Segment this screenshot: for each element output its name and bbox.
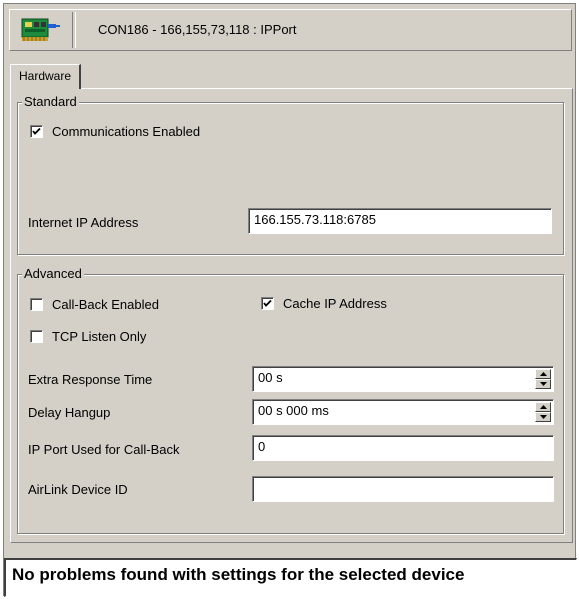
delay-hangup-value: 00 s 000 ms — [258, 403, 329, 418]
device-header: CON186 - 166,155,73,118 : IPPort — [9, 9, 572, 51]
ip-port-call-back-label: IP Port Used for Call-Back — [28, 442, 180, 457]
extra-response-time-spin-buttons[interactable] — [535, 369, 551, 389]
call-back-enabled-checkbox-row[interactable]: Call-Back Enabled — [30, 297, 159, 312]
cache-ip-address-checkbox-row[interactable]: Cache IP Address — [261, 296, 387, 311]
spin-up-icon[interactable] — [535, 369, 551, 379]
spin-down-icon[interactable] — [535, 379, 551, 389]
validation-status: No problems found with settings for the … — [4, 558, 577, 597]
delay-hangup-label: Delay Hangup — [28, 405, 111, 420]
communications-enabled-checkbox-row[interactable]: Communications Enabled — [30, 124, 200, 139]
delay-hangup-spin-buttons[interactable] — [535, 402, 551, 422]
spin-down-icon[interactable] — [535, 412, 551, 422]
ip-address-field[interactable]: 166.155.73.118:6785 — [248, 208, 552, 234]
cache-ip-address-label: Cache IP Address — [283, 296, 387, 311]
communications-enabled-checkbox[interactable] — [30, 125, 43, 138]
tcp-listen-only-checkbox[interactable] — [30, 330, 43, 343]
standard-group: Standard Communications Enabled Internet… — [17, 94, 564, 255]
tab-hardware[interactable]: Hardware — [10, 64, 82, 89]
delay-hangup-spinner[interactable]: 00 s 000 ms — [252, 399, 554, 425]
airlink-device-id-field[interactable] — [252, 476, 554, 502]
tcp-listen-only-label: TCP Listen Only — [52, 329, 147, 344]
extra-response-time-spinner[interactable]: 00 s — [252, 366, 554, 392]
advanced-group-title: Advanced — [22, 266, 84, 282]
properties-panel: CON186 - 166,155,73,118 : IPPort Hardwar… — [3, 3, 577, 597]
standard-group-title: Standard — [22, 94, 79, 110]
extra-response-time-label: Extra Response Time — [28, 372, 153, 387]
ip-port-call-back-field[interactable]: 0 — [252, 435, 554, 461]
advanced-group: Advanced Call-Back Enabled Cache IP Addr… — [17, 266, 564, 534]
header-separator — [72, 12, 76, 48]
communications-enabled-label: Communications Enabled — [52, 124, 201, 139]
device-title: CON186 - 166,155,73,118 : IPPort — [98, 22, 297, 37]
network-card-icon — [16, 15, 64, 46]
tcp-listen-only-checkbox-row[interactable]: TCP Listen Only — [30, 329, 146, 344]
extra-response-time-value: 00 s — [258, 370, 283, 385]
airlink-device-id-label: AirLink Device ID — [28, 482, 128, 497]
call-back-enabled-label: Call-Back Enabled — [52, 297, 159, 312]
spin-up-icon[interactable] — [535, 402, 551, 412]
validation-message: No problems found with settings for the … — [12, 565, 465, 584]
call-back-enabled-checkbox[interactable] — [30, 298, 43, 311]
cache-ip-address-checkbox[interactable] — [261, 297, 274, 310]
tab-hardware-content: Standard Communications Enabled Internet… — [10, 88, 573, 543]
ip-address-label: Internet IP Address — [28, 215, 139, 230]
